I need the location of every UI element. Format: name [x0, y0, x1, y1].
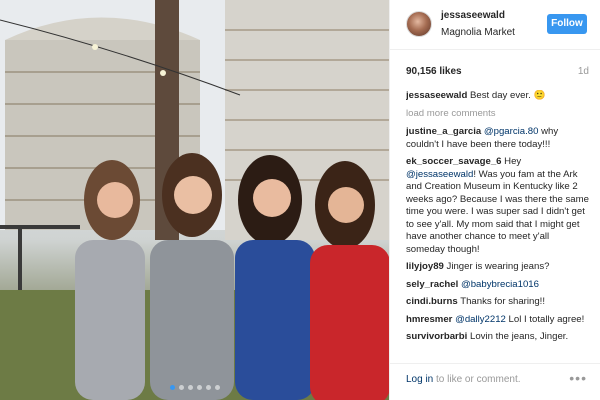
comment-username[interactable]: sely_rachel: [406, 279, 458, 290]
avatar[interactable]: [406, 11, 432, 37]
comment-username[interactable]: lilyjoy89: [406, 261, 444, 272]
comment-mention-link[interactable]: @pgarcia.80: [484, 126, 539, 137]
caption-text: Best day ever. 🙂: [467, 90, 546, 101]
pagination-dot[interactable]: [214, 385, 220, 390]
photo-pagination[interactable]: [0, 385, 389, 390]
comment-mention-link[interactable]: @jessaseewald: [406, 169, 473, 180]
photo-scene: [0, 0, 389, 400]
pagination-dot[interactable]: [178, 385, 184, 390]
post-time[interactable]: 1d: [578, 66, 589, 77]
comment-username[interactable]: ek_soccer_savage_6: [406, 156, 502, 167]
post-header: jessaseewald Magnolia Market Follow: [390, 0, 600, 50]
post-photo[interactable]: [0, 0, 389, 400]
comment-item: cindi.burns Thanks for sharing!!: [406, 296, 590, 309]
pagination-dot[interactable]: [196, 385, 202, 390]
pagination-dot[interactable]: [169, 385, 175, 390]
comment-item: hmresmer @dally2212 Lol I totally agree!: [406, 314, 590, 327]
comment-item: survivorbarbi Lovin the jeans, Jinger.: [406, 331, 590, 344]
comment-mention-link[interactable]: @babybrecia1016: [461, 279, 539, 290]
comments-list: jessaseewald Best day ever. 🙂 load more …: [406, 90, 590, 362]
load-more-comments-link[interactable]: load more comments: [406, 108, 590, 121]
pagination-dot[interactable]: [205, 385, 211, 390]
more-options-icon[interactable]: •••: [569, 370, 587, 386]
username[interactable]: jessaseewald: [441, 10, 505, 21]
follow-button[interactable]: Follow: [547, 14, 587, 34]
likes-row: 90,156 likes 1d: [406, 66, 589, 80]
caption: jessaseewald Best day ever. 🙂: [406, 90, 590, 103]
comment-item: ek_soccer_savage_6 Hey @jessaseewald! Wa…: [406, 156, 590, 256]
comment-text: Lovin the jeans, Jinger.: [470, 331, 569, 342]
comment-text: Lol I totally agree!: [505, 313, 585, 325]
location[interactable]: Magnolia Market: [441, 27, 515, 38]
comment-username[interactable]: justine_a_garcia: [406, 126, 481, 137]
comment-username[interactable]: cindi.burns: [406, 296, 458, 307]
comment-item: justine_a_garcia @pgarcia.80 why couldn'…: [406, 126, 590, 151]
comment-username[interactable]: survivorbarbi: [406, 331, 467, 342]
comment-text: Hey: [501, 156, 522, 167]
login-prompt: Log in to like or comment.: [406, 374, 521, 385]
comment-text: ! Was you fam at the Ark and Creation Mu…: [406, 168, 589, 255]
post-footer: Log in to like or comment. •••: [390, 363, 600, 400]
comment-item: sely_rachel @babybrecia1016: [406, 279, 590, 292]
login-prompt-text: to like or comment.: [433, 374, 521, 385]
pagination-dot[interactable]: [187, 385, 193, 390]
post-details-panel: jessaseewald Magnolia Market Follow 90,1…: [389, 0, 600, 400]
comment-mention-link[interactable]: @dally2212: [455, 314, 506, 325]
login-link[interactable]: Log in: [406, 374, 433, 385]
comment-item: lilyjoy89 Jinger is wearing jeans?: [406, 261, 590, 274]
comment-username[interactable]: hmresmer: [406, 314, 452, 325]
caption-username[interactable]: jessaseewald: [406, 90, 467, 101]
comment-text: Thanks for sharing!!: [460, 296, 545, 307]
comment-text: Jinger is wearing jeans?: [446, 261, 550, 272]
likes-count[interactable]: 90,156 likes: [406, 66, 462, 77]
